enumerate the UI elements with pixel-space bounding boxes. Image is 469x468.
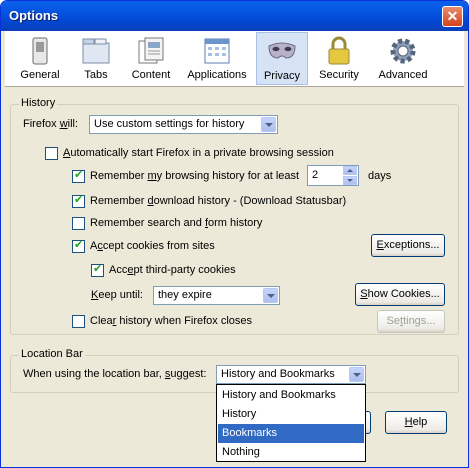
- history-days-spinner[interactable]: 2: [307, 165, 359, 186]
- accept-cookies-label: Accept cookies from sites: [90, 240, 215, 252]
- tab-advanced[interactable]: Advanced: [371, 32, 435, 85]
- remember-download-checkbox[interactable]: [72, 193, 85, 208]
- tabs-icon: [82, 38, 110, 64]
- exceptions-button[interactable]: Exceptions...: [371, 234, 445, 257]
- tab-privacy-label: Privacy: [263, 70, 301, 82]
- switch-icon: [32, 37, 48, 65]
- history-group-label: History: [19, 97, 58, 109]
- suggest-dropdown-list: History and Bookmarks History Bookmarks …: [216, 384, 366, 462]
- location-bar-group-label: Location Bar: [19, 348, 85, 360]
- remember-download-label: Remember download history - (Download St…: [90, 195, 347, 207]
- close-button[interactable]: ✕: [442, 6, 463, 27]
- clear-history-checkbox[interactable]: [72, 315, 85, 328]
- remember-browsing-checkbox[interactable]: [72, 168, 85, 183]
- applications-icon: [204, 38, 230, 64]
- tab-content-label: Content: [131, 69, 171, 81]
- accept-cookies-checkbox[interactable]: [72, 238, 85, 253]
- chevron-down-icon: [263, 288, 278, 303]
- gear-icon: [390, 38, 416, 64]
- suggest-option-history-and-bookmarks[interactable]: History and Bookmarks: [218, 386, 364, 405]
- keep-until-select[interactable]: they expire: [153, 286, 280, 305]
- tab-advanced-label: Advanced: [378, 69, 428, 81]
- tab-privacy[interactable]: Privacy: [256, 32, 308, 85]
- keep-until-value: they expire: [158, 289, 212, 301]
- chevron-down-icon: [261, 117, 276, 132]
- history-mode-select[interactable]: Use custom settings for history: [89, 115, 278, 134]
- tab-general[interactable]: General: [11, 32, 69, 85]
- title-bar[interactable]: Options ✕: [1, 1, 468, 31]
- tab-tabs[interactable]: Tabs: [71, 32, 121, 85]
- show-cookies-button[interactable]: Show Cookies...: [355, 283, 445, 306]
- tab-tabs-label: Tabs: [84, 69, 108, 81]
- content-icon: [138, 37, 164, 64]
- keep-until-label: Keep until:: [91, 289, 143, 301]
- window-title: Options: [9, 8, 59, 23]
- spinner-up-icon[interactable]: [343, 166, 357, 175]
- suggest-option-nothing[interactable]: Nothing: [218, 443, 364, 462]
- suggest-option-history[interactable]: History: [218, 405, 364, 424]
- tab-content[interactable]: Content: [123, 32, 179, 85]
- preferences-toolbar: General Tabs Content Applications Privac…: [5, 31, 464, 87]
- history-days-value: 2: [312, 169, 319, 181]
- suggest-label: When using the location bar, suggest:: [23, 368, 207, 380]
- chevron-down-icon: [349, 367, 364, 382]
- help-button[interactable]: Help: [385, 411, 447, 434]
- history-mode-value: Use custom settings for history: [94, 118, 245, 130]
- padlock-icon: [328, 36, 350, 65]
- firefox-will-label: Firefox will:: [23, 118, 79, 130]
- clear-history-label: Clear history when Firefox closes: [90, 315, 253, 327]
- private-browsing-checkbox[interactable]: [45, 147, 58, 160]
- spinner-down-icon[interactable]: [343, 176, 357, 185]
- private-browsing-label: Automatically start Firefox in a private…: [63, 147, 334, 159]
- tab-applications-label: Applications: [187, 69, 247, 81]
- remember-search-checkbox[interactable]: [72, 217, 85, 230]
- privacy-mask-icon: [268, 42, 296, 59]
- tab-security[interactable]: Security: [313, 32, 365, 85]
- suggest-option-bookmarks[interactable]: Bookmarks: [218, 424, 364, 443]
- options-dialog: Options ✕ General Tabs Content Applicati…: [0, 0, 469, 468]
- third-party-cookies-label: Accept third-party cookies: [109, 264, 236, 276]
- days-label: days: [368, 170, 392, 182]
- tab-general-label: General: [20, 69, 60, 81]
- suggest-select[interactable]: History and Bookmarks: [216, 365, 366, 384]
- settings-button[interactable]: Settings...: [377, 310, 445, 333]
- third-party-cookies-checkbox[interactable]: [91, 262, 104, 277]
- tab-applications[interactable]: Applications: [181, 32, 253, 85]
- tab-security-label: Security: [319, 69, 359, 81]
- remember-browsing-label: Remember my browsing history for at leas…: [90, 170, 300, 182]
- remember-search-label: Remember search and form history: [90, 217, 263, 229]
- suggest-value: History and Bookmarks: [221, 368, 335, 380]
